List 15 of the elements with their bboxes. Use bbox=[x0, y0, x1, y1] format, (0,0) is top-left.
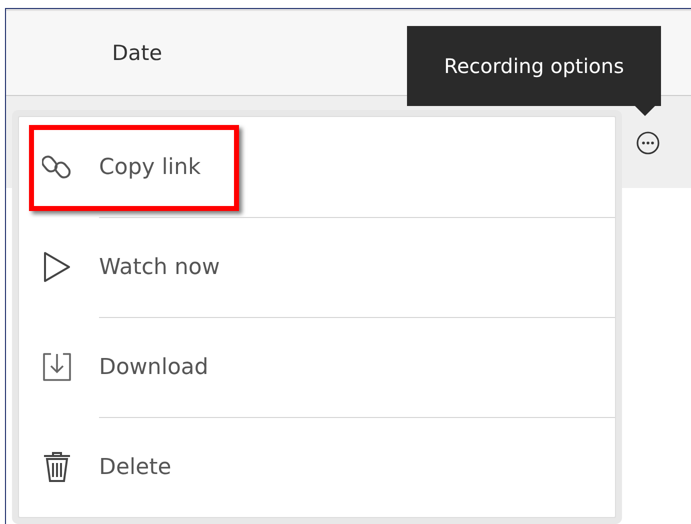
menu-item-label: Copy link bbox=[99, 154, 201, 180]
more-options-icon[interactable] bbox=[636, 131, 660, 155]
menu-item-label: Download bbox=[99, 354, 208, 380]
menu-item[interactable]: Copy link bbox=[19, 117, 615, 217]
menu-item-label: Watch now bbox=[99, 254, 220, 280]
download-icon bbox=[41, 352, 73, 382]
trash-icon bbox=[42, 451, 72, 483]
menu-item[interactable]: Delete bbox=[19, 417, 615, 517]
tooltip-pointer bbox=[635, 106, 655, 116]
tooltip: Recording options bbox=[407, 26, 661, 106]
play-icon bbox=[42, 251, 72, 283]
menu-item[interactable]: Download bbox=[19, 317, 615, 417]
menu-item-label: Delete bbox=[99, 454, 172, 480]
column-header: Date bbox=[112, 41, 162, 65]
menu-item[interactable]: Watch now bbox=[19, 217, 615, 317]
